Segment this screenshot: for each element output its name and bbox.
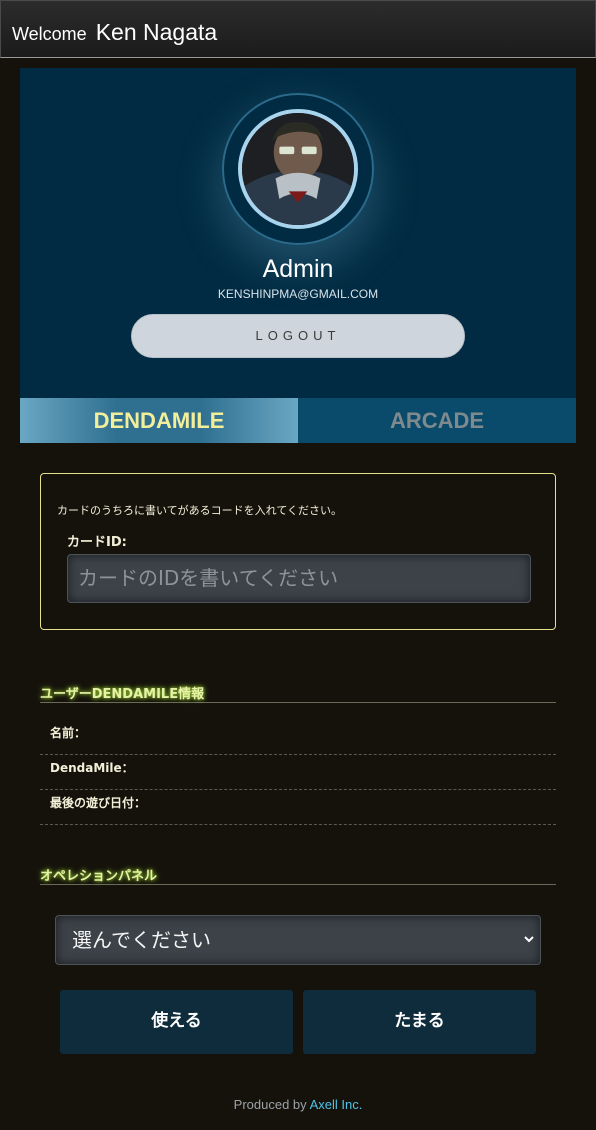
footer: Produced by Axell Inc. xyxy=(0,1097,596,1112)
info-row-last-played: 最後の遊び日付： xyxy=(40,790,556,825)
logout-button[interactable]: LOGOUT xyxy=(131,314,465,358)
card-id-label: カードID: xyxy=(67,535,127,550)
profile-name: Admin xyxy=(262,255,334,283)
chevron-down-icon xyxy=(524,936,534,943)
info-label-last-played: 最後の遊び日付： xyxy=(50,796,147,810)
tab-bar: DENDAMILE ARCADE xyxy=(20,398,576,443)
welcome-text: Welcome Ken Nagata xyxy=(12,19,217,46)
card-hint-text: カードのうちろに書いてがあるコードを入れてください。 xyxy=(57,504,343,517)
info-row-name: 名前： xyxy=(40,720,556,755)
profile-email: KENSHINPMA@GMAIL.COM xyxy=(217,287,379,301)
operation-select[interactable]: 選んでください xyxy=(55,915,541,965)
card-id-input[interactable]: カードのIDを書いてください xyxy=(67,554,531,603)
user-name: Ken Nagata xyxy=(95,19,218,45)
operation-select-value: 選んでください xyxy=(72,928,211,952)
accumulate-button[interactable]: たまる xyxy=(303,990,536,1054)
avatar-image xyxy=(242,113,354,225)
avatar xyxy=(238,109,358,229)
welcome-label: Welcome xyxy=(12,24,87,44)
use-button[interactable]: 使える xyxy=(60,990,293,1054)
card-id-form: カードのうちろに書いてがあるコードを入れてください。 カードID: カードのID… xyxy=(40,473,556,630)
info-row-dendamile: DendaMile： xyxy=(40,755,556,790)
company-link[interactable]: Axell Inc. xyxy=(310,1097,363,1112)
footer-produced-by: Produced by xyxy=(233,1097,307,1112)
tab-dendamile[interactable]: DENDAMILE xyxy=(20,398,298,443)
avatar-ring xyxy=(222,93,374,245)
profile-card: Admin KENSHINPMA@GMAIL.COM LOGOUT DENDAM… xyxy=(20,68,576,443)
top-bar: Welcome Ken Nagata xyxy=(0,0,596,58)
info-label-dendamile: DendaMile： xyxy=(50,761,134,775)
operation-panel-title: オペレションパネル xyxy=(40,865,556,885)
info-label-name: 名前： xyxy=(50,726,87,740)
tab-arcade[interactable]: ARCADE xyxy=(298,398,576,443)
user-info-title: ユーザーDENDAMILE情報 xyxy=(40,683,556,703)
